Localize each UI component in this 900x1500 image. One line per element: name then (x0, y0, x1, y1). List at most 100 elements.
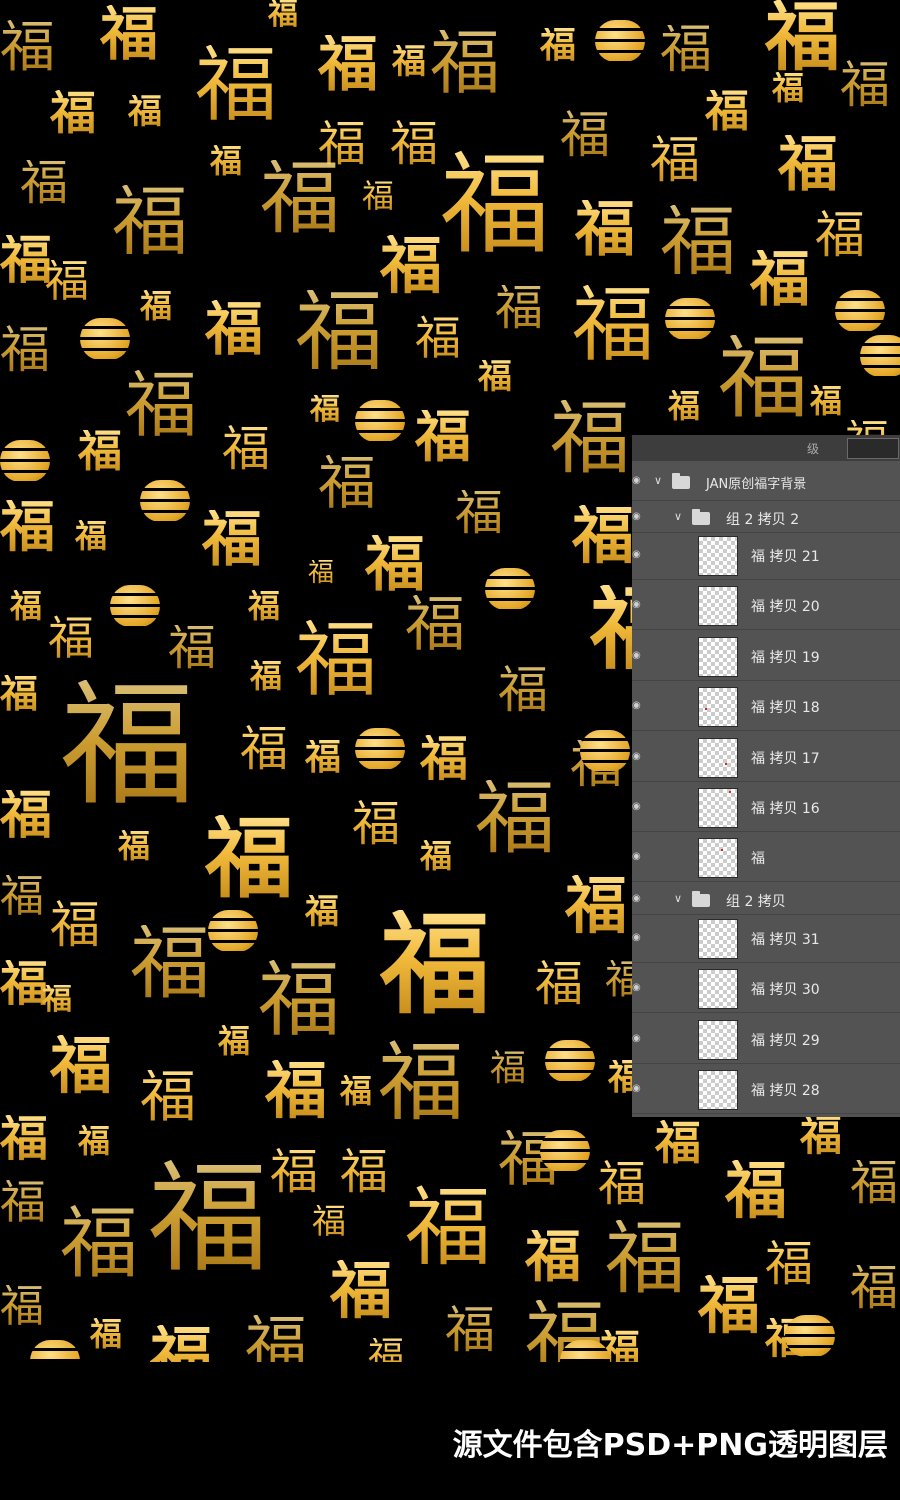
gold-coin-stack-icon (835, 290, 885, 332)
fu-character: 福 (48, 611, 94, 665)
visibility-eye-icon[interactable]: ◉ (632, 883, 642, 914)
fu-character: 福 (718, 330, 808, 429)
fu-character: 福 (535, 956, 584, 1012)
promo-caption: 源文件包含PSD+PNG透明图层 (452, 1428, 888, 1463)
chevron-down-icon[interactable]: ∨ (674, 510, 682, 523)
layer-thumbnail (698, 536, 738, 576)
visibility-eye-icon[interactable]: ◉ (632, 1064, 642, 1113)
visibility-eye-icon[interactable]: ◉ (632, 913, 642, 962)
layer-name: 福 拷贝 19 (751, 649, 820, 666)
group-name-root: JAN原创福字背景 (706, 477, 807, 492)
gold-coin-stack-icon (0, 440, 50, 482)
layer-row[interactable]: ◉ 福 拷贝 21 (632, 530, 900, 580)
fu-character: 福 (340, 1072, 373, 1110)
layer-name: 福 拷贝 28 (751, 1083, 820, 1100)
fu-character: 福 (495, 282, 544, 335)
visibility-eye-icon[interactable]: ◉ (632, 1014, 642, 1063)
opacity-field[interactable] (847, 438, 899, 459)
layer-group-root[interactable]: ◉ ∨ JAN原创福字背景 (632, 461, 900, 501)
fu-character: 福 (148, 1153, 268, 1286)
layer-row[interactable]: ◉ 福 拷贝 28 (632, 1064, 900, 1115)
gold-coin-stack-icon (860, 335, 900, 377)
layer-name: 福 拷贝 31 (751, 932, 820, 948)
fu-character: 福 (750, 245, 810, 315)
visibility-eye-icon[interactable]: ◉ (632, 461, 642, 500)
visibility-eye-icon[interactable]: ◉ (632, 681, 642, 730)
fu-character: 福 (415, 405, 471, 470)
layer-row[interactable]: ◉ 福 拷贝 19 (632, 631, 900, 681)
gold-coin-stack-icon (30, 1340, 80, 1362)
fu-character: 福 (368, 1338, 404, 1363)
fu-character: 福 (0, 672, 39, 716)
visibility-eye-icon[interactable]: ◉ (632, 580, 642, 629)
fu-character: 福 (202, 505, 262, 575)
fu-character: 福 (195, 38, 278, 133)
fu-character: 福 (560, 107, 610, 163)
fu-character: 福 (0, 17, 56, 78)
fu-character: 福 (0, 495, 56, 559)
fu-character: 福 (112, 181, 188, 265)
fu-character: 福 (258, 955, 341, 1046)
layer-thumbnail (698, 838, 738, 879)
fu-character: 福 (668, 387, 701, 425)
layer-row[interactable]: ◉ 福 拷贝 29 (632, 1014, 900, 1064)
layer-row[interactable]: ◉ 福 拷贝 31 (632, 913, 900, 963)
layer-row[interactable]: ◉ 福 (632, 832, 900, 883)
layer-row[interactable]: ◉ 福 拷贝 16 (632, 782, 900, 832)
fu-character: 福 (308, 558, 335, 588)
fu-character: 福 (205, 295, 264, 363)
layer-row[interactable]: ◉ 福 拷贝 18 (632, 681, 900, 732)
layer-name: 福 拷贝 20 (751, 599, 820, 616)
folder-icon (692, 891, 710, 907)
fu-character: 福 (475, 776, 555, 864)
chevron-down-icon[interactable]: ∨ (654, 474, 662, 487)
fu-character: 福 (800, 1111, 843, 1160)
fu-character: 福 (405, 592, 465, 658)
layer-group-2[interactable]: ◉ ∨ 组 2 拷贝 (632, 883, 900, 915)
layer-thumbnail (698, 1070, 738, 1111)
fu-character: 福 (380, 229, 443, 302)
fu-character: 福 (50, 86, 96, 140)
fu-character: 福 (100, 0, 159, 68)
fu-character: 福 (478, 357, 512, 397)
visibility-eye-icon[interactable]: ◉ (632, 732, 642, 781)
fu-character: 福 (60, 673, 195, 822)
fu-character: 福 (20, 157, 69, 210)
fu-character: 福 (168, 622, 217, 675)
panel-toolbar: 级 (632, 435, 900, 461)
fu-character: 福 (598, 1156, 647, 1212)
gold-coin-stack-icon (545, 1040, 595, 1082)
layer-row[interactable]: ◉ 福 拷贝 17 (632, 732, 900, 782)
fu-character: 福 (778, 130, 838, 200)
fu-character: 福 (150, 1325, 212, 1363)
fu-character: 福 (125, 366, 198, 446)
layer-row[interactable]: ◉ 福 拷贝 20 (632, 580, 900, 631)
fu-character: 福 (850, 1262, 899, 1315)
fu-character: 福 (205, 807, 294, 910)
visibility-eye-icon[interactable]: ◉ (632, 782, 642, 831)
fu-character: 福 (50, 896, 100, 954)
visibility-eye-icon[interactable]: ◉ (632, 963, 642, 1012)
layer-name: 福 拷贝 17 (751, 750, 820, 767)
fu-character: 福 (90, 1315, 123, 1353)
visibility-eye-icon[interactable]: ◉ (632, 530, 642, 579)
visibility-eye-icon[interactable]: ◉ (632, 631, 642, 680)
fu-character: 福 (365, 530, 425, 600)
visibility-eye-icon[interactable]: ◉ (632, 501, 642, 532)
layer-name: 福 拷贝 21 (751, 549, 820, 565)
layer-group-1[interactable]: ◉ ∨ 组 2 拷贝 2 (632, 501, 900, 533)
fu-character: 福 (575, 195, 635, 265)
blend-mode-label[interactable]: 级 (807, 440, 819, 457)
chevron-down-icon[interactable]: ∨ (674, 892, 682, 905)
fu-character: 福 (772, 69, 805, 107)
visibility-eye-icon[interactable]: ◉ (632, 832, 642, 881)
gold-coin-stack-icon (785, 1315, 835, 1357)
layer-name: 福 拷贝 18 (751, 700, 820, 717)
group-name-2: 组 2 拷贝 (726, 894, 786, 910)
fu-character: 福 (295, 613, 378, 708)
layer-thumbnail (698, 636, 738, 677)
fu-character: 福 (305, 892, 339, 932)
layer-row[interactable]: ◉ 福 拷贝 30 (632, 963, 900, 1014)
fu-character: 福 (245, 1315, 307, 1362)
fu-character: 福 (420, 837, 453, 875)
